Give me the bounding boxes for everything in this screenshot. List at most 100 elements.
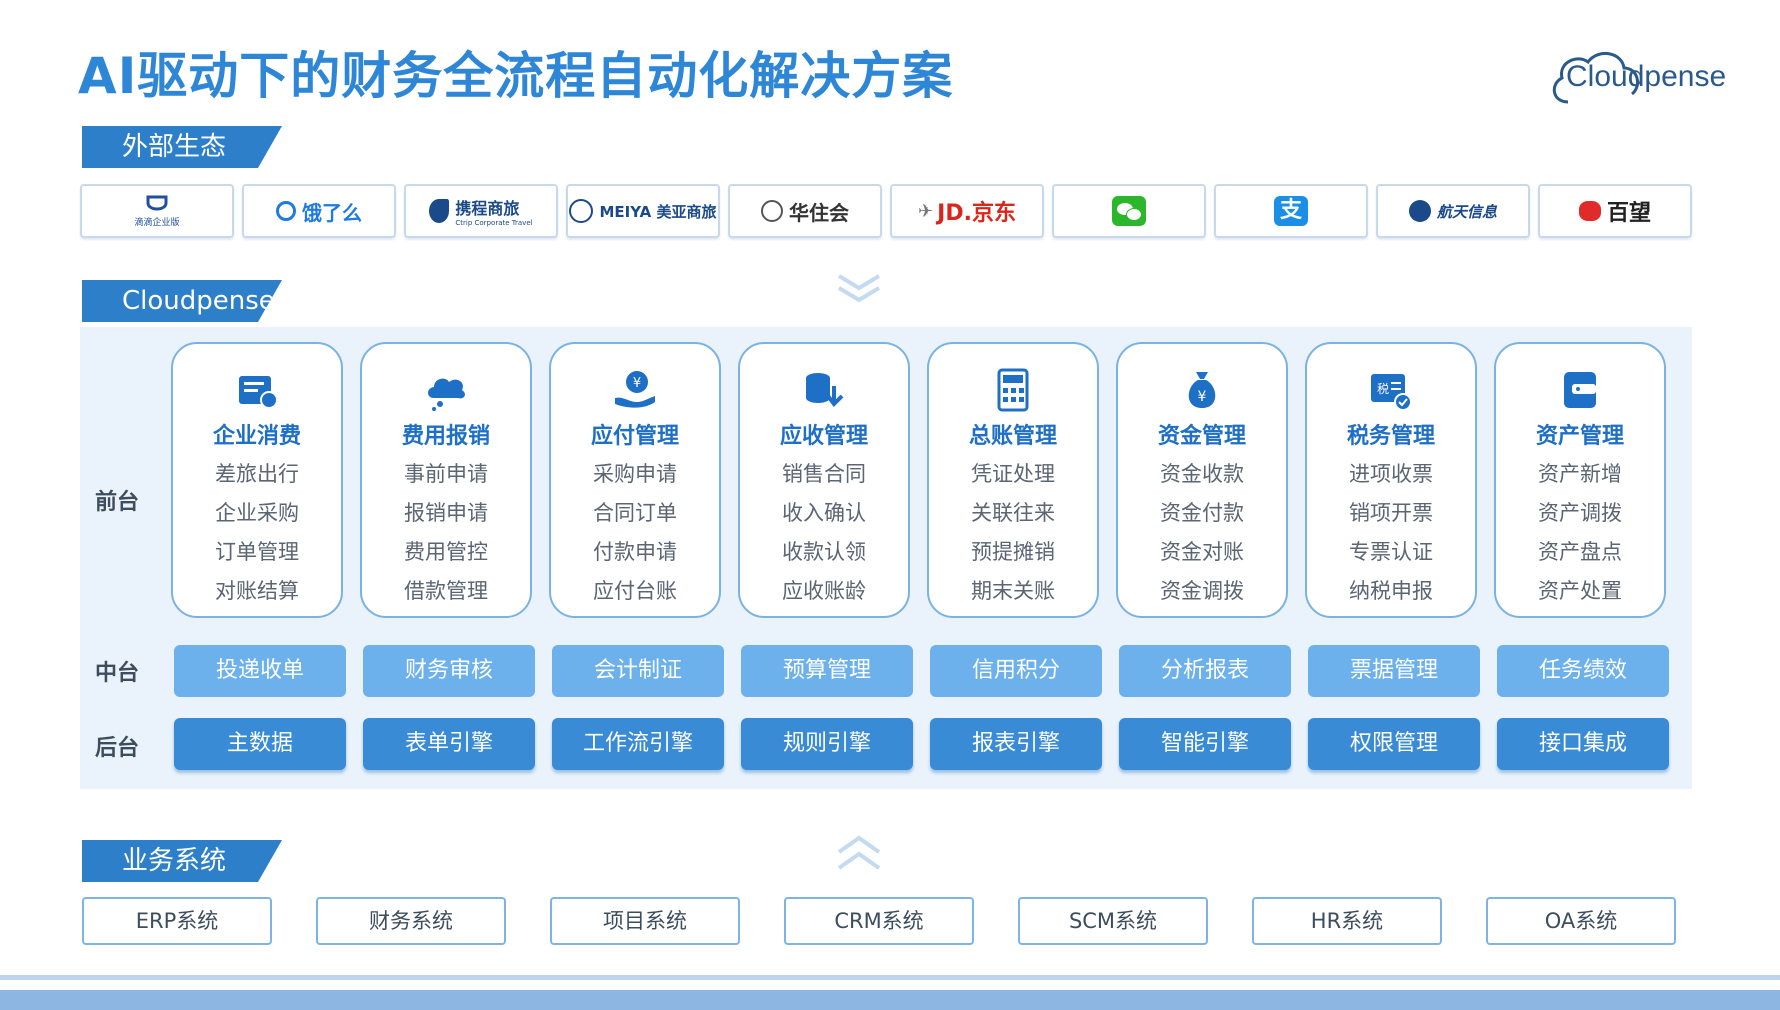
wechat-icon	[1112, 196, 1146, 226]
chevron-up-icon	[837, 835, 881, 870]
wallet-icon	[1564, 372, 1596, 408]
module-item: 资金付款	[1160, 501, 1244, 525]
system-box: SCM系统	[1018, 897, 1208, 945]
system-box: CRM系统	[784, 897, 974, 945]
system-box: OA系统	[1486, 897, 1676, 945]
svg-text:税: 税	[1377, 382, 1389, 396]
eco-hangtian: 航天信息	[1376, 184, 1530, 238]
module-item: 凭证处理	[971, 462, 1055, 486]
row-label-front: 前台	[95, 490, 140, 515]
module-item: 专票认证	[1349, 540, 1433, 564]
footer-bar	[0, 990, 1780, 1010]
module-item: 对账结算	[215, 579, 299, 603]
back-pill: 主数据	[174, 718, 346, 770]
eco-baiwang-text: 百望	[1606, 201, 1651, 226]
module-receivable: 应收管理 销售合同 收入确认 收款认领 应收账龄	[738, 342, 910, 618]
system-box: 财务系统	[316, 897, 506, 945]
section-label-external: 外部生态	[82, 126, 282, 168]
module-asset: 资产管理 资产新增 资产调拨 资产盘点 资产处置	[1494, 342, 1666, 618]
module-item: 差旅出行	[215, 462, 299, 486]
eco-baiwang: 百望	[1538, 184, 1692, 238]
eco-meiya-text: MEIYA 美亚商旅	[599, 202, 717, 221]
meiya-logo-icon	[569, 199, 594, 223]
module-title: 费用报销	[401, 424, 490, 449]
module-item: 借款管理	[404, 579, 488, 603]
eco-huazhu-text: 华住会	[789, 200, 849, 225]
module-item: 合同订单	[593, 501, 677, 525]
eco-didi: 滴滴企业版	[80, 184, 234, 238]
module-tax: 税 税务管理 进项收票 销项开票 专票认证 纳税申报	[1305, 342, 1477, 618]
footer-stripe	[0, 975, 1780, 980]
module-item: 资产处置	[1538, 579, 1622, 603]
ecosystem-row: 滴滴企业版 饿了么 携程商旅 Ctrip Corporate Travel ME…	[80, 184, 1692, 238]
eleme-logo-icon	[276, 201, 296, 221]
eco-jd: ✈ JD.京东	[890, 184, 1044, 238]
back-pill: 接口集成	[1497, 718, 1669, 770]
module-item: 进项收票	[1349, 462, 1433, 486]
module-title: 税务管理	[1346, 424, 1435, 449]
module-item: 应付台账	[593, 579, 677, 603]
jd-logo-icon: ✈	[918, 200, 934, 222]
module-ledger: 总账管理 凭证处理 关联往来 预提摊销 期末关账	[927, 342, 1099, 618]
eco-meiya: MEIYA 美亚商旅	[566, 184, 720, 238]
cloudpense-logo: Cloudpense	[1548, 42, 1738, 114]
module-item: 销项开票	[1349, 501, 1433, 525]
hangtian-logo-icon	[1408, 200, 1431, 222]
back-pill: 表单引擎	[363, 718, 535, 770]
module-item: 订单管理	[215, 540, 299, 564]
svg-text:¥: ¥	[633, 376, 641, 391]
card-icon	[239, 376, 278, 409]
eco-huazhu: 华住会	[728, 184, 882, 238]
section-label-cloudpense: Cloudpense	[82, 280, 282, 322]
module-item: 报销申请	[404, 501, 488, 525]
logo-text: Cloudpense	[1566, 60, 1727, 93]
module-item: 采购申请	[593, 462, 677, 486]
alipay-icon: 支	[1274, 196, 1308, 226]
module-title: 资金管理	[1157, 424, 1246, 449]
module-item: 资金对账	[1160, 540, 1244, 564]
system-box: HR系统	[1252, 897, 1442, 945]
ctrip-logo-icon	[429, 199, 450, 223]
eco-ctrip: 携程商旅 Ctrip Corporate Travel	[404, 184, 558, 238]
module-item: 企业采购	[215, 501, 299, 525]
coins-icon	[806, 373, 844, 408]
module-item: 资金收款	[1160, 462, 1244, 486]
middle-pill: 财务审核	[363, 645, 535, 697]
chevron-down-icon	[837, 274, 881, 303]
module-item: 事前申请	[404, 462, 488, 486]
module-item: 收款认领	[782, 540, 866, 564]
middle-pill: 票据管理	[1308, 645, 1480, 697]
eco-alipay: 支	[1214, 184, 1368, 238]
module-item: 关联往来	[971, 501, 1055, 525]
module-item: 期末关账	[971, 579, 1055, 603]
back-pill: 报表引擎	[930, 718, 1102, 770]
module-payable: ¥ 应付管理 采购申请 合同订单 付款申请 应付台账	[549, 342, 721, 618]
module-title: 总账管理	[968, 424, 1057, 449]
back-pill: 权限管理	[1308, 718, 1480, 770]
section-label-business: 业务系统	[82, 840, 282, 882]
module-item: 销售合同	[782, 462, 866, 486]
module-item: 预提摊销	[971, 540, 1055, 564]
back-pill: 规则引擎	[741, 718, 913, 770]
module-item: 资产调拨	[1538, 501, 1622, 525]
module-item: 费用管控	[404, 540, 488, 564]
module-item: 付款申请	[593, 540, 677, 564]
module-title: 应付管理	[590, 424, 679, 449]
module-item: 纳税申报	[1349, 579, 1433, 603]
didi-logo-icon: 滴滴企业版	[134, 195, 180, 228]
cloud-icon	[428, 378, 465, 411]
module-item: 资产盘点	[1538, 540, 1622, 564]
huazhuhui-logo-icon	[761, 200, 783, 222]
svg-text:¥: ¥	[1198, 389, 1207, 405]
eco-ctrip-text: 携程商旅	[455, 199, 520, 218]
row-label-back: 后台	[95, 736, 140, 761]
eco-eleme-text: 饿了么	[302, 200, 362, 225]
module-item: 收入确认	[782, 501, 866, 525]
module-title: 资产管理	[1535, 424, 1624, 449]
system-box: 项目系统	[550, 897, 740, 945]
module-treasury: ¥ 资金管理 资金收款 资金付款 资金对账 资金调拨	[1116, 342, 1288, 618]
module-title: 应收管理	[779, 424, 868, 449]
module-item: 资产新增	[1538, 462, 1622, 486]
module-item: 资金调拨	[1160, 579, 1244, 603]
eco-didi-sub: 滴滴企业版	[134, 216, 179, 228]
